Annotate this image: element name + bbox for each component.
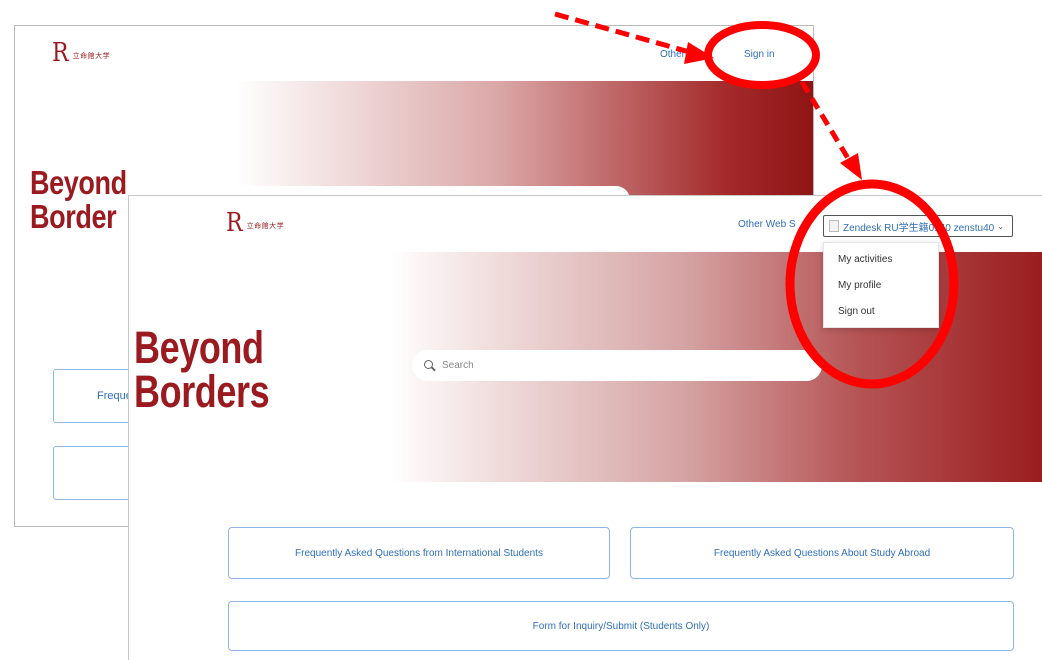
tagline-line-1: Beyond [134, 322, 264, 373]
tagline-line-1: Beyond [30, 164, 127, 201]
inquiry-form-card[interactable]: Form for Inquiry/Submit (Students Only) [228, 601, 1014, 651]
avatar [829, 220, 839, 232]
hero-tagline: Beyond Borders [134, 322, 270, 417]
hero-tagline: Beyond Border [30, 166, 127, 234]
chevron-down-icon: ⌄ [997, 221, 1004, 231]
tagline-line-2: Borders [134, 366, 270, 417]
logo-mark: R [226, 208, 243, 238]
site-logo[interactable]: R 立命館大学 [226, 210, 284, 236]
hero-banner [235, 81, 813, 199]
site-logo[interactable]: R 立命館大学 [52, 40, 110, 66]
annotation-arrow-2-head [840, 153, 862, 180]
search-bar [412, 350, 822, 381]
faq-study-abroad-card[interactable]: Frequently Asked Questions About Study A… [630, 527, 1014, 579]
search-icon [424, 359, 436, 372]
other-web-sites-link[interactable]: Other Web S [738, 219, 796, 230]
front-window: R 立命館大学 Other Web S Beyond Borders Zende… [128, 195, 1042, 660]
logo-text: 立命館大学 [72, 52, 111, 60]
user-menu-label: Zendesk RU学生籍0140 zenstu40 [843, 222, 995, 234]
sign-in-link[interactable]: Sign in [744, 49, 775, 60]
menu-item-sign-out[interactable]: Sign out [824, 303, 938, 329]
other-web-sites-link[interactable]: Other W [660, 49, 697, 60]
search-input[interactable] [442, 360, 782, 371]
menu-item-my-activities[interactable]: My activities [824, 251, 938, 277]
faq-international-card[interactable]: Frequently Asked Questions from Internat… [228, 527, 610, 579]
user-dropdown-menu: My activities My profile Sign out [823, 242, 939, 328]
screenshot-stage: R 立命館大学 Other W Sign in Beyond Border Fr… [0, 0, 1042, 660]
menu-item-my-profile[interactable]: My profile [824, 277, 938, 303]
logo-text: 立命館大学 [246, 222, 285, 230]
tagline-line-2: Border [30, 198, 117, 235]
logo-mark: R [52, 38, 69, 68]
user-menu-button[interactable]: Zendesk RU学生籍0140 zenstu40 ⌄ [823, 215, 1013, 237]
